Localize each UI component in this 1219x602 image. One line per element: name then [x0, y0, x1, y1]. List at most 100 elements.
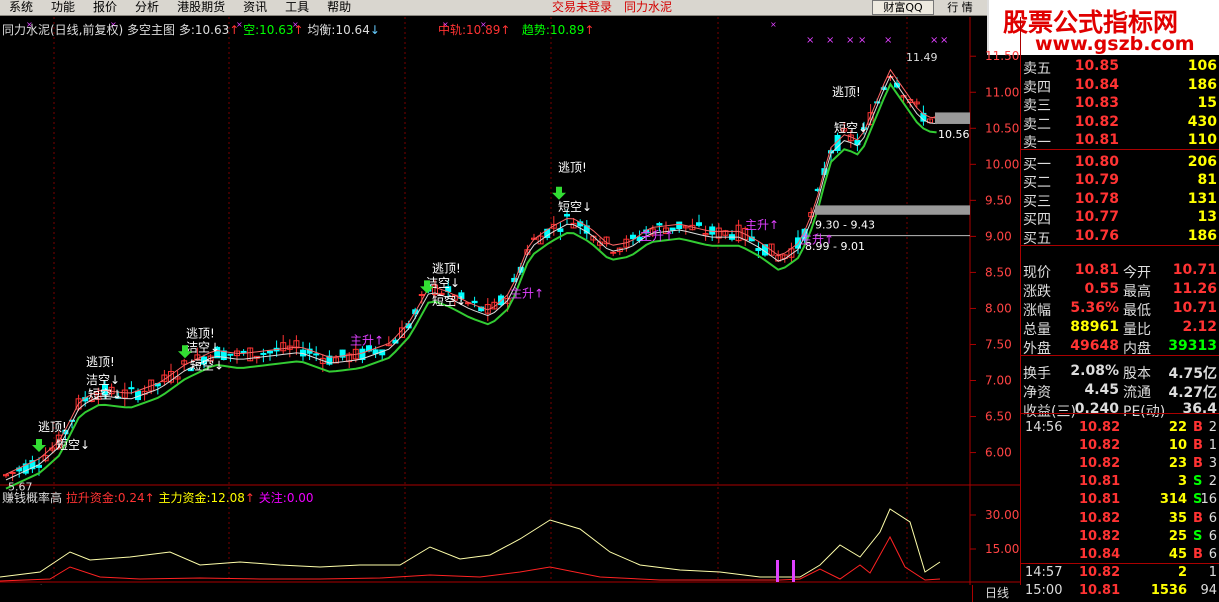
menu-item-quote[interactable]: 报价	[84, 0, 126, 15]
tick-side: B	[1193, 456, 1203, 472]
guanzhu-label: 关注:	[258, 491, 287, 505]
top-marker: ×	[826, 35, 834, 46]
wealth-qq-button[interactable]: 财富QQ	[872, 0, 934, 15]
sub-chart-header: 赚钱概率高 拉升资金:0.24↑ 主力资金:12.08↑ 关注:0.00	[2, 489, 314, 506]
menu-item-tools[interactable]: 工具	[276, 0, 318, 15]
up-arrow-icon: ↑	[229, 23, 240, 37]
tick-row: 10.84 45 B 6	[1021, 547, 1219, 565]
menu-item-system[interactable]: 系统	[0, 0, 42, 15]
stat-label: PE(动)	[1123, 404, 1166, 420]
up-arrow-icon: ↑	[584, 23, 595, 37]
chart-header: 同力水泥(日线,前复权) 多空主图 多:10.63↑ 空:10.63↑ 均衡:1…	[2, 21, 380, 38]
stat-value: 0.55	[1084, 281, 1119, 297]
stat-label: 最高	[1123, 284, 1151, 300]
orderbook-row[interactable]: 买二 10.79 81	[1021, 172, 1219, 191]
divider	[1021, 355, 1219, 356]
stats-row: 收益(三) 0.240 PE(动) 36.4	[1021, 401, 1219, 420]
last-price-label: 10.56	[938, 128, 970, 141]
stat-value: 5.36%	[1070, 300, 1119, 316]
stat-label: 涨幅	[1023, 303, 1051, 319]
orderbook-label: 卖五	[1023, 61, 1051, 77]
orderbook-volume: 430	[1187, 113, 1217, 130]
orderbook-row[interactable]: 买四 10.77 13	[1021, 209, 1219, 228]
price-tick-label: 10.00	[985, 157, 1019, 171]
stats-row: 总量 88961 量比 2.12	[1021, 319, 1219, 338]
tick-count: 1	[1208, 564, 1217, 580]
tick-volume: 1536	[1150, 582, 1187, 598]
price-tick-label: 11.00	[985, 85, 1019, 99]
indicator-name[interactable]: 赚钱概率高	[2, 491, 62, 505]
candle-body	[240, 350, 247, 354]
top-marker: ×	[806, 35, 814, 46]
trade-login-status[interactable]: 交易未登录	[552, 0, 612, 15]
resistance-band	[815, 205, 970, 215]
tick-row: 10.81 314 S 16	[1021, 492, 1219, 510]
tick-row: 10.82 10 B 1	[1021, 438, 1219, 456]
ma-white-line	[5, 74, 937, 481]
menu-item-news[interactable]: 资讯	[234, 0, 276, 15]
orderbook-volume: 110	[1187, 132, 1217, 148]
attention-bar	[776, 560, 779, 582]
tick-price: 10.82	[1079, 420, 1121, 435]
price-tick-label: 7.00	[985, 374, 1012, 388]
orderbook-row[interactable]: 买一 10.80 206	[1021, 154, 1219, 173]
duo-label: 多:	[178, 23, 195, 37]
escape-top-signal: 逃顶!	[558, 161, 587, 175]
price-tick-label: 10.50	[985, 121, 1019, 135]
menu-item-function[interactable]: 功能	[42, 0, 84, 15]
time-tick-label: 1	[910, 584, 918, 585]
period-tab-daily[interactable]: 日线	[972, 585, 1021, 602]
price-tick-label: 8.50	[985, 265, 1012, 279]
short-signal: 短空↓	[834, 121, 868, 135]
guanzhu-value: 0.00	[286, 491, 314, 505]
tick-price: 10.84	[1079, 546, 1121, 562]
main-rise-signal: 主升↑	[510, 287, 544, 301]
menu-item-analysis[interactable]: 分析	[126, 0, 168, 15]
top-marker: ×	[930, 35, 938, 46]
tick-count: 6	[1208, 546, 1217, 562]
price-tick-label: 9.50	[985, 193, 1012, 207]
orderbook-row[interactable]: 卖四 10.84 186	[1021, 77, 1219, 96]
orderbook-price: 10.78	[1074, 190, 1119, 207]
orderbook-row[interactable]: 买三 10.78 131	[1021, 190, 1219, 210]
zhuli-label: 主力资金:	[158, 491, 211, 505]
orderbook-row[interactable]: 卖五 10.85 106	[1021, 58, 1219, 77]
tick-volume: 3	[1177, 474, 1187, 490]
orderbook-row[interactable]: 卖三 10.83 15	[1021, 95, 1219, 114]
stat-value: 2.12	[1182, 319, 1217, 335]
stat-value: 0.240	[1074, 401, 1119, 417]
tick-time: 14:57	[1025, 564, 1063, 580]
tick-price: 10.81	[1079, 492, 1121, 508]
orderbook-label: 卖二	[1023, 116, 1051, 133]
stat-value: 10.71	[1172, 262, 1217, 278]
menu-item-help[interactable]: 帮助	[318, 0, 360, 15]
main-rise-signal: 主升↑	[745, 218, 779, 232]
menu-item-hk-futures[interactable]: 港股期货	[168, 0, 234, 15]
tick-volume: 23	[1168, 456, 1187, 472]
tick-side: B	[1193, 510, 1203, 526]
stat-label: 量比	[1123, 322, 1151, 338]
price-tick-label: 11.50	[985, 49, 1019, 63]
site-logo: 股票公式指标网 www.gszb.com	[987, 0, 1219, 55]
escape-top-signal: 逃顶!	[186, 326, 215, 340]
up-arrow-icon: ↑	[244, 491, 255, 505]
market-button[interactable]: 行 情	[938, 0, 982, 15]
stats-row: 涨跌 0.55 最高 11.26	[1021, 281, 1219, 300]
stat-value: 11.26	[1172, 281, 1217, 297]
attention-bar	[792, 560, 795, 582]
tick-price: 10.82	[1079, 438, 1121, 454]
orderbook-row[interactable]: 卖一 10.81 110	[1021, 132, 1219, 151]
orderbook-price: 10.76	[1074, 227, 1119, 244]
orderbook-row[interactable]: 买五 10.76 186	[1021, 227, 1219, 247]
short-signal: 短空↓	[432, 294, 466, 308]
stock-name-link[interactable]: 同力水泥	[624, 0, 672, 15]
zhuli-funds-line	[0, 508, 941, 578]
orderbook-row[interactable]: 卖二 10.82 430	[1021, 113, 1219, 133]
stat-value: 10.71	[1172, 300, 1217, 316]
price-tick-label: 6.50	[985, 410, 1012, 424]
candle-body	[418, 293, 425, 296]
tick-volume: 35	[1168, 510, 1187, 526]
tick-time: 14:56	[1025, 420, 1063, 435]
clean-short-signal: 洁空↓	[86, 373, 120, 387]
tick-volume: 45	[1168, 546, 1187, 562]
